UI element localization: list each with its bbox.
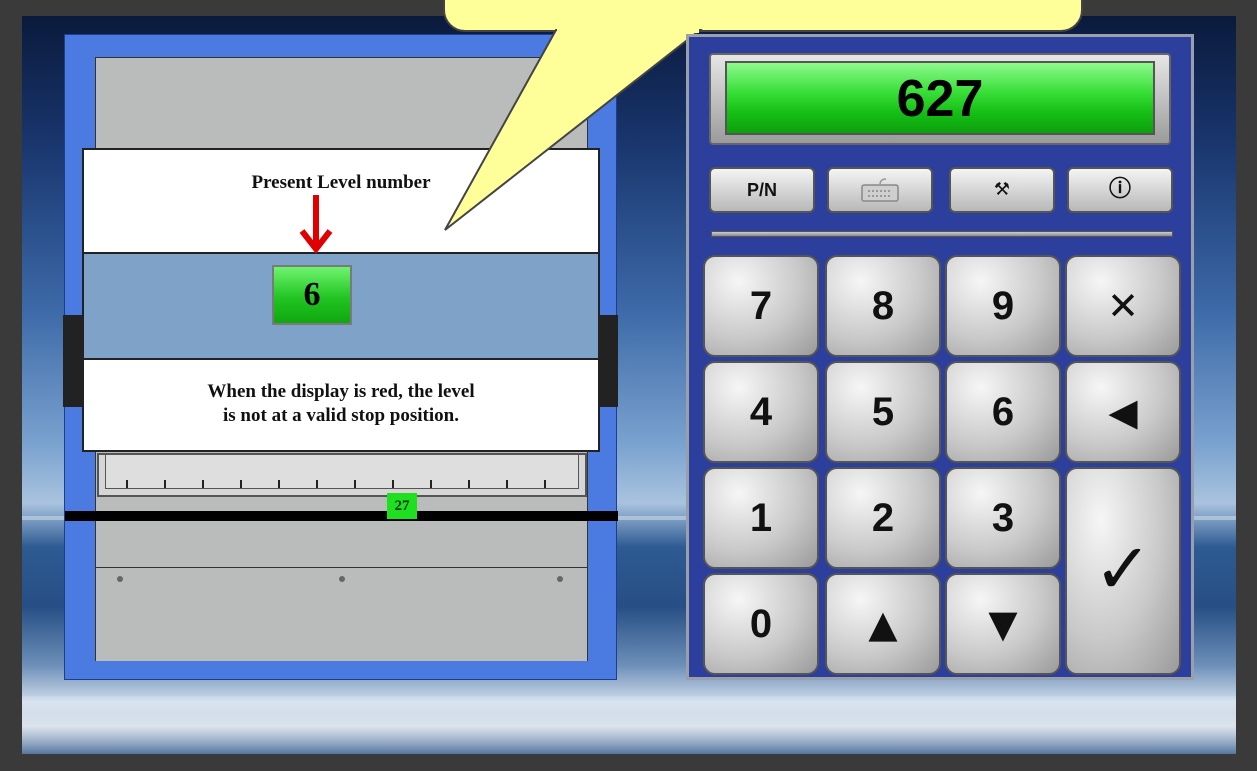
backspace-button[interactable]: ◀ bbox=[1065, 361, 1181, 463]
present-level-label: Present Level number bbox=[251, 172, 431, 193]
machine-top-edge bbox=[96, 57, 587, 58]
key-1-label: 1 bbox=[749, 496, 773, 540]
surf-foam bbox=[22, 696, 1236, 754]
key-8[interactable]: 8 bbox=[825, 255, 941, 357]
key-4-label: 4 bbox=[749, 390, 773, 434]
rivet bbox=[339, 576, 345, 582]
key-6-label: 6 bbox=[991, 390, 1015, 434]
gauge-tick bbox=[278, 480, 280, 488]
down-button[interactable]: ▼ bbox=[945, 573, 1061, 675]
enter-button[interactable]: ✓ bbox=[1065, 467, 1181, 675]
gauge-tick bbox=[354, 480, 356, 488]
level-gauge bbox=[97, 453, 587, 497]
gauge-tick bbox=[506, 480, 508, 488]
pn-button[interactable]: P/N bbox=[709, 167, 815, 213]
gauge-tick bbox=[126, 480, 128, 488]
key-5-label: 5 bbox=[871, 390, 895, 434]
rivet bbox=[117, 576, 123, 582]
gauge-tick bbox=[164, 480, 166, 488]
tools-icon: ⚒ bbox=[993, 179, 1011, 200]
key-3-label: 3 bbox=[991, 496, 1015, 540]
gauge-tick bbox=[544, 480, 546, 488]
gauge-tick bbox=[316, 480, 318, 488]
info-line-1: When the display is red, the level bbox=[207, 381, 475, 402]
info-button[interactable]: ⓘ bbox=[1067, 167, 1173, 213]
key-2-label: 2 bbox=[871, 496, 895, 540]
info-banner-top: Present Level number bbox=[82, 148, 600, 254]
keypad-panel: 627 P/N ⚒ ⓘ 7 8 9 ✕ 4 5 6 ◀ 1 2 3 ✓ 0 ▲ … bbox=[686, 34, 1194, 680]
key-9-label: 9 bbox=[991, 284, 1015, 328]
key-0[interactable]: 0 bbox=[703, 573, 819, 675]
gauge-tick bbox=[202, 480, 204, 488]
value-display: 627 bbox=[725, 61, 1155, 135]
level-display: 6 bbox=[272, 265, 352, 325]
checkmark-icon: ✓ bbox=[1093, 528, 1153, 610]
gauge-tick bbox=[392, 480, 394, 488]
key-3[interactable]: 3 bbox=[945, 467, 1061, 569]
down-arrow-icon bbox=[299, 195, 333, 254]
clear-icon: ✕ bbox=[1107, 284, 1139, 328]
position-badge: 27 bbox=[387, 493, 417, 519]
key-5[interactable]: 5 bbox=[825, 361, 941, 463]
key-1[interactable]: 1 bbox=[703, 467, 819, 569]
key-8-label: 8 bbox=[871, 284, 895, 328]
gauge-tick bbox=[468, 480, 470, 488]
display-frame: 627 bbox=[709, 53, 1171, 145]
keyboard-icon bbox=[861, 178, 899, 202]
gauge-scale bbox=[105, 455, 579, 489]
key-7-label: 7 bbox=[749, 284, 773, 328]
gauge-tick bbox=[240, 480, 242, 488]
keyboard-button[interactable] bbox=[827, 167, 933, 213]
callout-bubble bbox=[443, 0, 1083, 32]
info-line-2: is not at a valid stop position. bbox=[223, 405, 459, 426]
gauge-tick bbox=[430, 480, 432, 488]
clear-button[interactable]: ✕ bbox=[1065, 255, 1181, 357]
up-button[interactable]: ▲ bbox=[825, 573, 941, 675]
key-6[interactable]: 6 bbox=[945, 361, 1061, 463]
tools-button[interactable]: ⚒ bbox=[949, 167, 1055, 213]
backspace-icon: ◀ bbox=[1108, 390, 1138, 434]
rivet bbox=[557, 576, 563, 582]
pn-label: P/N bbox=[746, 180, 777, 200]
key-4[interactable]: 4 bbox=[703, 361, 819, 463]
info-icon: ⓘ bbox=[1108, 177, 1131, 202]
key-0-label: 0 bbox=[749, 602, 773, 646]
key-7[interactable]: 7 bbox=[703, 255, 819, 357]
rail-bar bbox=[65, 511, 618, 521]
lower-divider bbox=[95, 567, 588, 568]
key-2[interactable]: 2 bbox=[825, 467, 941, 569]
down-triangle-icon: ▼ bbox=[988, 602, 1018, 646]
up-arrow-icon: ▲ bbox=[868, 602, 898, 646]
panel-divider bbox=[711, 231, 1173, 237]
info-banner-bottom: When the display is red, the level is no… bbox=[82, 358, 600, 452]
key-9[interactable]: 9 bbox=[945, 255, 1061, 357]
